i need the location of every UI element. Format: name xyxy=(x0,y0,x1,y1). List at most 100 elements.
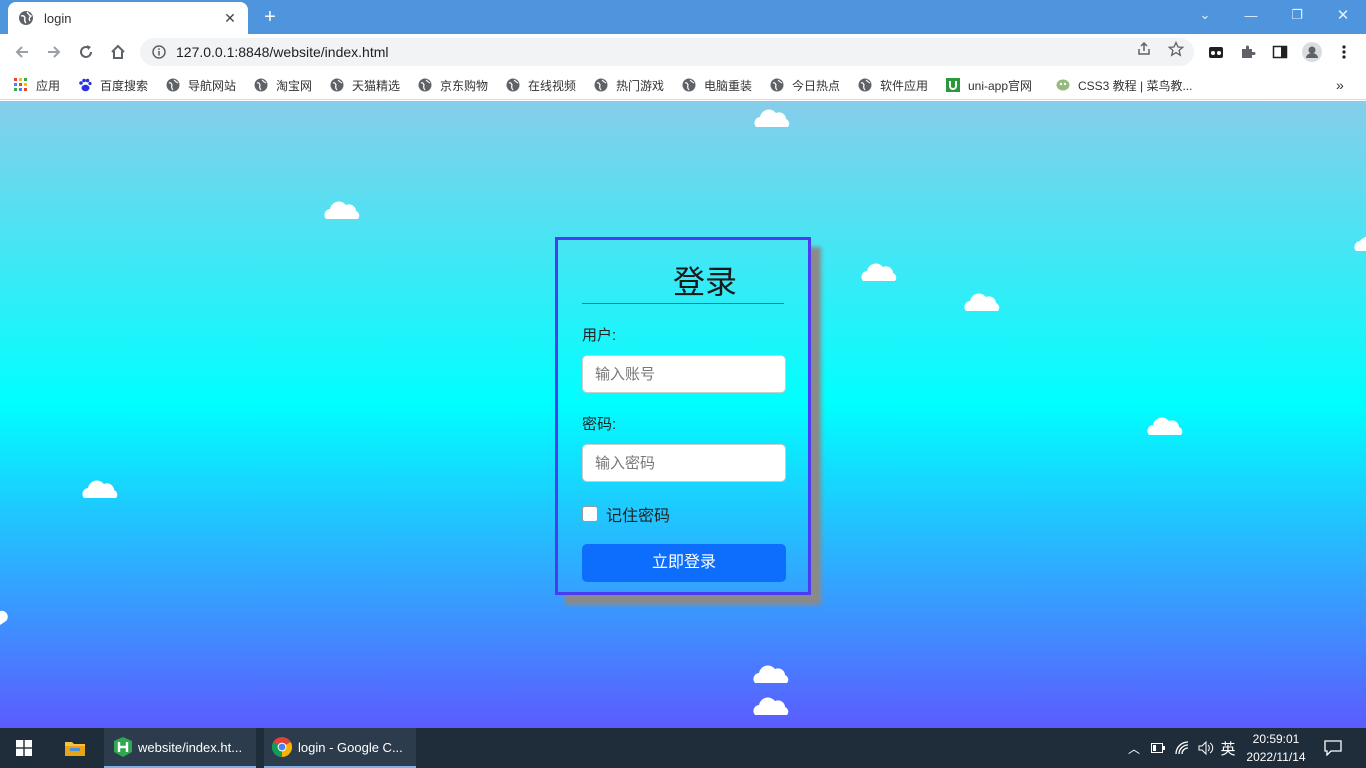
bookmark-apps[interactable]: 应用 xyxy=(14,76,60,94)
reload-button[interactable] xyxy=(74,40,98,64)
bookmark-runoob[interactable]: CSS3 教程 | 菜鸟教... xyxy=(1056,76,1192,94)
cloud-icon xyxy=(964,293,1000,311)
menu-kebab-icon[interactable] xyxy=(1334,42,1354,62)
panel-icon xyxy=(1272,45,1288,59)
home-button[interactable] xyxy=(106,40,130,64)
bookmark-label: uni-app官网 xyxy=(968,78,1033,93)
ime-indicator[interactable]: 英 xyxy=(1218,728,1238,768)
globe-icon xyxy=(418,78,432,92)
bookmark-label: 在线视频 xyxy=(528,78,577,93)
battery-icon[interactable] xyxy=(1148,728,1168,768)
taskbar-app-label: login - Google C... xyxy=(298,739,403,755)
bookmark-label: 淘宝网 xyxy=(276,78,313,93)
notification-center-icon[interactable] xyxy=(1318,728,1348,768)
bookmark-video[interactable]: 在线视频 xyxy=(506,76,576,94)
speaker-shape xyxy=(1198,741,1214,755)
tab-search-icon[interactable]: ⌄ xyxy=(1182,0,1228,30)
tab-title: login xyxy=(44,10,72,26)
system-clock[interactable]: 20:59:01 2022/11/14 xyxy=(1236,730,1316,766)
apps-grid-icon xyxy=(14,78,27,91)
browser-tab[interactable]: login ✕ xyxy=(8,2,248,34)
remember-password-checkbox[interactable] xyxy=(582,506,598,522)
forward-button[interactable] xyxy=(42,40,66,64)
login-button[interactable]: 立即登录 xyxy=(582,544,786,582)
three-dots-icon xyxy=(1342,45,1346,59)
cloud-icon xyxy=(861,263,897,281)
globe-icon xyxy=(594,78,608,92)
globe-icon xyxy=(330,78,344,92)
bookmark-star-icon[interactable] xyxy=(1168,41,1184,57)
home-icon xyxy=(111,44,125,59)
bookmark-jd[interactable]: 京东购物 xyxy=(418,76,488,94)
bookmark-label: 百度搜索 xyxy=(100,78,149,93)
restore-button[interactable]: ❐ xyxy=(1274,0,1320,30)
username-label: 用户: xyxy=(582,327,617,344)
windows-logo-icon xyxy=(16,740,32,756)
avatar-icon xyxy=(1302,42,1322,62)
file-explorer-button[interactable] xyxy=(52,728,98,768)
taskbar-app-chrome[interactable]: login - Google C... xyxy=(264,728,416,768)
hbuilder-icon xyxy=(114,737,132,757)
wifi-shape xyxy=(1175,741,1189,755)
bookmark-games[interactable]: 热门游戏 xyxy=(594,76,664,94)
show-hidden-icons-chevron-icon[interactable]: ︿ xyxy=(1124,728,1144,768)
globe-icon xyxy=(506,78,520,92)
close-tab-icon[interactable]: ✕ xyxy=(222,10,238,27)
cloud-icon xyxy=(1354,237,1366,251)
network-icon[interactable] xyxy=(1172,728,1194,768)
remember-password-row: 记住密码 xyxy=(582,502,784,526)
minimize-button[interactable]: — xyxy=(1228,0,1274,30)
bookmark-label: 导航网站 xyxy=(188,78,237,93)
reload-icon xyxy=(80,45,92,58)
info-icon[interactable] xyxy=(152,45,166,59)
extension-icon[interactable] xyxy=(1206,42,1226,62)
url-text: 127.0.0.1:8848/website/index.html xyxy=(176,44,389,60)
username-input[interactable] xyxy=(582,355,786,393)
bookmark-label: 天猫精选 xyxy=(352,78,401,93)
clock-time: 20:59:01 xyxy=(1252,732,1300,746)
binoculars-icon xyxy=(1209,47,1223,58)
globe-icon xyxy=(682,78,696,92)
cloud-icon xyxy=(754,109,790,127)
page-background: 登录 用户: 密码: 记住密码 立即登录 xyxy=(0,101,1366,728)
title-underline xyxy=(582,303,784,304)
cloud-icon xyxy=(1147,417,1183,435)
password-input[interactable] xyxy=(582,444,786,482)
bookmark-label: 京东购物 xyxy=(440,78,489,93)
bookmark-label: 今日热点 xyxy=(792,78,841,93)
address-bar[interactable]: 127.0.0.1:8848/website/index.html xyxy=(140,38,1194,66)
remember-password-label: 记住密码 xyxy=(606,508,671,525)
bookmark-label: 软件应用 xyxy=(880,78,929,93)
forward-arrow-icon xyxy=(48,46,61,58)
close-window-button[interactable]: ✕ xyxy=(1320,0,1366,30)
share-icon[interactable] xyxy=(1136,41,1152,57)
bookmark-taobao[interactable]: 淘宝网 xyxy=(254,76,312,94)
new-tab-button[interactable]: + xyxy=(258,6,282,28)
bookmark-reinstall[interactable]: 电脑重装 xyxy=(682,76,752,94)
globe-icon xyxy=(770,78,784,92)
windows-taskbar: website/index.ht... login - Google C... … xyxy=(0,728,1366,768)
bookmark-nav[interactable]: 导航网站 xyxy=(166,76,236,94)
taskbar-app-hbuilder[interactable]: website/index.ht... xyxy=(104,728,256,768)
more-bookmarks-chevron-icon[interactable]: » xyxy=(1336,76,1344,94)
bookmark-baidu[interactable]: 百度搜索 xyxy=(78,76,148,94)
back-button[interactable] xyxy=(10,40,34,64)
volume-icon[interactable] xyxy=(1196,728,1216,768)
bookmark-software[interactable]: 软件应用 xyxy=(858,76,928,94)
profile-avatar[interactable] xyxy=(1302,42,1322,62)
cloud-icon xyxy=(753,697,789,715)
start-button[interactable] xyxy=(0,728,48,768)
extensions-puzzle-icon[interactable] xyxy=(1238,42,1258,62)
login-card: 登录 用户: 密码: 记住密码 立即登录 xyxy=(555,237,811,595)
speech-bubble-icon xyxy=(1324,740,1342,756)
bookmark-tmall[interactable]: 天猫精选 xyxy=(330,76,400,94)
side-panel-icon[interactable] xyxy=(1270,42,1290,62)
bookmark-hot[interactable]: 今日热点 xyxy=(770,76,840,94)
folder-icon xyxy=(65,742,85,756)
runoob-logo-icon xyxy=(1056,79,1070,91)
bookmark-label: 应用 xyxy=(36,78,61,93)
battery-shape xyxy=(1151,743,1165,753)
globe-icon xyxy=(166,78,180,92)
browser-toolbar: 127.0.0.1:8848/website/index.html xyxy=(0,34,1366,70)
bookmark-uniapp[interactable]: uni-app官网 xyxy=(946,76,1032,94)
